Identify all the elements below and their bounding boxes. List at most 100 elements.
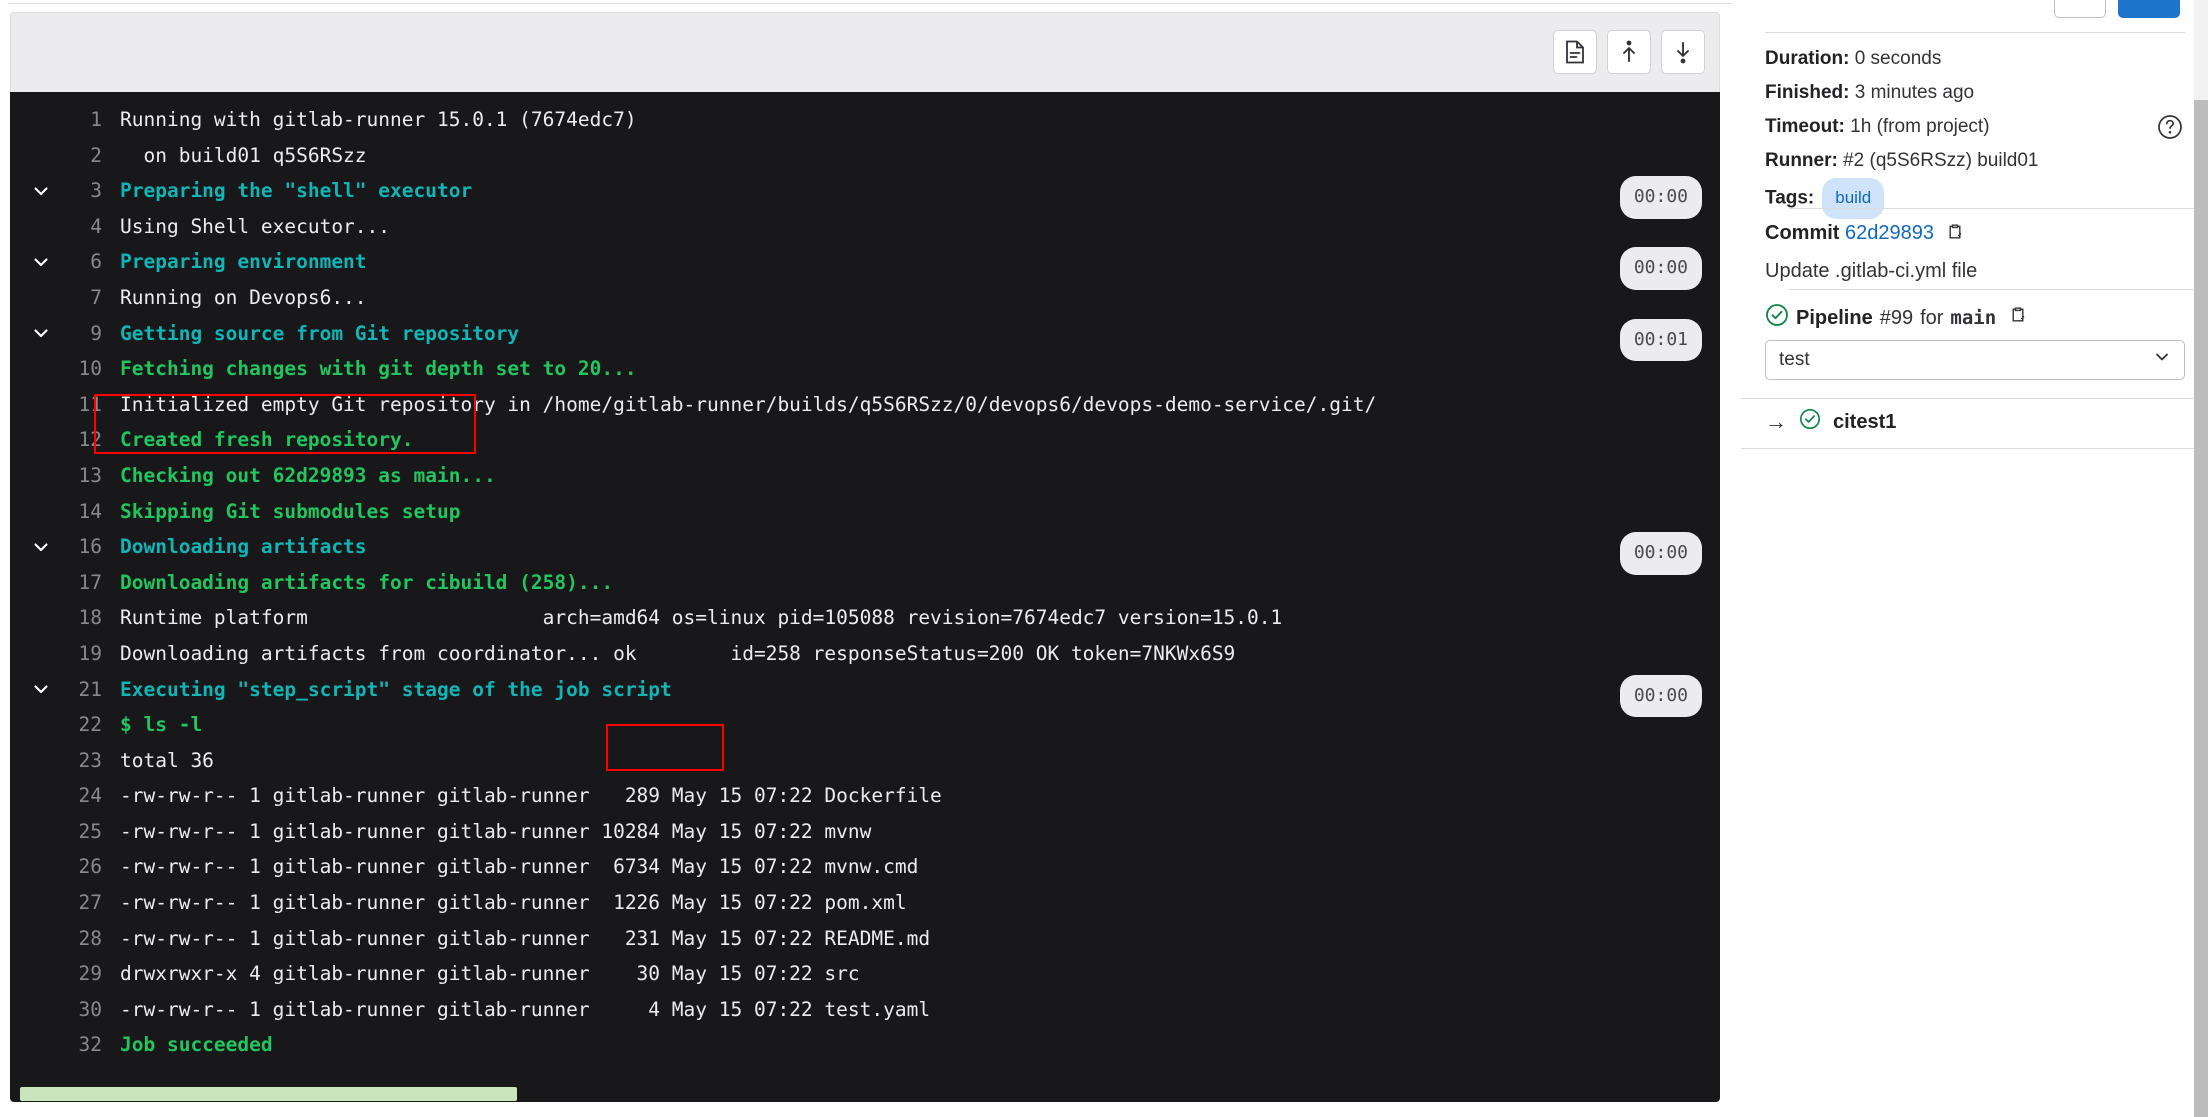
sidebar-job-citest1[interactable]: → citest1 (1765, 408, 1896, 436)
log-line-number[interactable]: 21 (10, 672, 102, 708)
scroll-to-top-button[interactable] (1607, 30, 1651, 74)
job-status-success-icon (1799, 408, 1821, 436)
detail-runner-label: Runner: (1765, 150, 1838, 171)
log-line-number[interactable]: 19 (10, 636, 102, 672)
pipeline-ref[interactable]: main (1950, 307, 1996, 329)
log-line: 21 Executing "step_script" stage of the j… (10, 672, 1720, 718)
log-line-text: Downloading artifacts (120, 535, 367, 559)
document-icon (1564, 40, 1586, 64)
log-line-number[interactable]: 26 (10, 849, 102, 885)
log-line: 25 -rw-rw-r-- 1 gitlab-runner gitlab-runn… (10, 814, 1720, 850)
tag-badge-build[interactable]: build (1822, 178, 1885, 219)
log-line-number[interactable]: 3 (10, 173, 102, 209)
log-line: 30 -rw-rw-r-- 1 gitlab-runner gitlab-runn… (10, 992, 1720, 1028)
log-output[interactable]: 1 Running with gitlab-runner 15.0.1 (7674… (10, 92, 1720, 1102)
log-horizontal-scrollbar[interactable] (20, 1087, 1720, 1102)
log-line: 14 Skipping Git submodules setup (10, 494, 1720, 530)
detail-runner-value: #2 (q5S6RSzz) build01 (1837, 150, 2039, 171)
log-line-number[interactable]: 22 (10, 707, 102, 743)
primary-action-button[interactable] (2118, 0, 2180, 18)
copy-pipeline-ref-icon[interactable] (2009, 305, 2029, 331)
detail-finished: Finished: 3 minutes ago (1765, 76, 2165, 110)
log-line-number[interactable]: 4 (10, 209, 102, 245)
log-line-text: -rw-rw-r-- 1 gitlab-runner gitlab-runner… (120, 855, 919, 879)
log-line-number[interactable]: 30 (10, 992, 102, 1028)
collapse-section-chevron-icon[interactable] (28, 173, 54, 209)
log-line-text: Skipping Git submodules setup (120, 499, 461, 523)
log-line-number[interactable]: 9 (10, 316, 102, 352)
arrow-right-icon: → (1765, 409, 1787, 434)
log-line: 2 on build01 q5S6RSzz (10, 138, 1720, 174)
log-line-text: Created fresh repository. (120, 428, 414, 452)
sidebar-divider-bottom (1741, 448, 2208, 449)
job-sidebar: Duration: 0 seconds Finished: 3 minutes … (1740, 0, 2208, 1117)
sidebar-divider-top (1765, 32, 2185, 33)
log-line-text: Fetching changes with git depth set to 2… (120, 357, 637, 381)
stage-select-value: test (1779, 349, 1810, 370)
pipeline-for-text: for (1920, 306, 1944, 329)
collapse-section-chevron-icon[interactable] (28, 244, 54, 280)
log-line-number[interactable]: 24 (10, 778, 102, 814)
log-line: 24 -rw-rw-r-- 1 gitlab-runner gitlab-runn… (10, 778, 1720, 814)
log-line-list: 1 Running with gitlab-runner 15.0.1 (7674… (10, 102, 1720, 1063)
log-line-number[interactable]: 17 (10, 565, 102, 601)
detail-timeout-value: 1h (from project) (1844, 116, 1990, 137)
scroll-to-bottom-button[interactable] (1661, 30, 1705, 74)
log-line-number[interactable]: 6 (10, 244, 102, 280)
top-divider (8, 3, 1732, 4)
commit-message: Update .gitlab-ci.yml file (1765, 260, 1978, 282)
commit-sha-link[interactable]: 62d29893 (1845, 222, 1934, 244)
timeout-help-icon[interactable] (2157, 114, 2183, 140)
commit-row: Commit 62d29893 (1765, 216, 2185, 254)
raw-log-button[interactable] (1553, 30, 1597, 74)
collapse-section-chevron-icon[interactable] (28, 316, 54, 352)
log-line-number[interactable]: 18 (10, 600, 102, 636)
sidebar-divider-jobs (1741, 398, 2208, 399)
commit-section: Commit 62d29893 Update .gitlab-ci.yml fi… (1765, 216, 2185, 289)
job-details-list: Duration: 0 seconds Finished: 3 minutes … (1765, 42, 2182, 219)
log-line-text: on build01 q5S6RSzz (120, 143, 367, 167)
log-line-number[interactable]: 1 (10, 102, 102, 138)
secondary-action-button[interactable] (2054, 0, 2106, 18)
log-line-text: Preparing environment (120, 250, 367, 274)
log-horizontal-scrollbar-thumb[interactable] (20, 1087, 517, 1101)
stage-select[interactable]: test (1765, 340, 2185, 380)
log-line-number[interactable]: 12 (10, 422, 102, 458)
detail-runner: Runner: #2 (q5S6RSzz) build01 (1765, 144, 2165, 178)
log-line-text: drwxrwxr-x 4 gitlab-runner gitlab-runner… (120, 962, 860, 986)
log-line-number[interactable]: 7 (10, 280, 102, 316)
log-line-number[interactable]: 28 (10, 921, 102, 957)
log-line-number[interactable]: 14 (10, 494, 102, 530)
log-line-number[interactable]: 11 (10, 387, 102, 423)
log-line-number[interactable]: 2 (10, 138, 102, 174)
log-line-text: Initialized empty Git repository in /hom… (120, 392, 1377, 416)
copy-commit-sha-icon[interactable] (1946, 219, 1966, 254)
detail-duration: Duration: 0 seconds (1765, 42, 2165, 76)
log-line-number[interactable]: 10 (10, 351, 102, 387)
log-line-number[interactable]: 29 (10, 956, 102, 992)
log-line: 9 Getting source from Git repository 00:01 (10, 316, 1720, 362)
log-line: 1 Running with gitlab-runner 15.0.1 (7674… (10, 102, 1720, 138)
collapse-section-chevron-icon[interactable] (28, 529, 54, 565)
job-log-column: 1 Running with gitlab-runner 15.0.1 (7674… (0, 0, 1740, 1117)
log-line: 13 Checking out 62d29893 as main... (10, 458, 1720, 494)
detail-duration-label: Duration: (1765, 48, 1850, 69)
log-line-number[interactable]: 16 (10, 529, 102, 565)
collapse-section-chevron-icon[interactable] (28, 672, 54, 708)
log-line-number[interactable]: 25 (10, 814, 102, 850)
log-line-number[interactable]: 23 (10, 743, 102, 779)
log-line: 26 -rw-rw-r-- 1 gitlab-runner gitlab-runn… (10, 849, 1720, 885)
pipeline-number[interactable]: #99 (1880, 307, 1913, 330)
log-line-number[interactable]: 32 (10, 1027, 102, 1063)
log-line: 27 -rw-rw-r-- 1 gitlab-runner gitlab-runn… (10, 885, 1720, 921)
log-line-text: -rw-rw-r-- 1 gitlab-runner gitlab-runner… (120, 784, 942, 808)
page-vertical-scrollbar-thumb[interactable] (2194, 100, 2208, 1117)
job-name: citest1 (1833, 410, 1897, 433)
log-line-number[interactable]: 13 (10, 458, 102, 494)
chevron-down-icon (2153, 348, 2171, 372)
detail-timeout: Timeout: 1h (from project) (1765, 110, 2165, 144)
page-vertical-scrollbar[interactable] (2194, 0, 2208, 1117)
log-line-number[interactable]: 27 (10, 885, 102, 921)
log-line-text: Checking out 62d29893 as main... (120, 463, 496, 487)
pipeline-row: Pipeline #99 for main (1765, 303, 2185, 333)
